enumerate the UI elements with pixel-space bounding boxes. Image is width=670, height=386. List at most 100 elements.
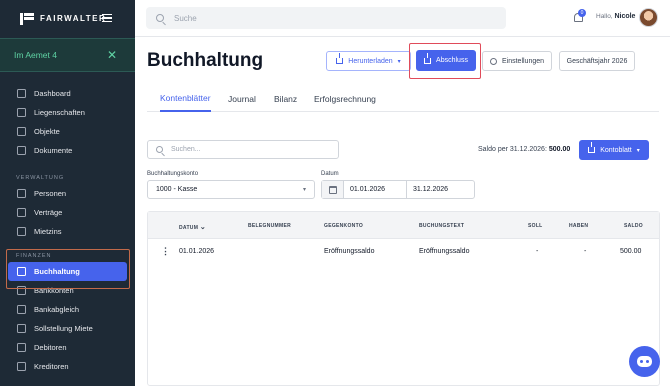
sidebar-section-verwaltung: VERWALTUNG Personen Verträge Mietzins [0, 172, 135, 241]
sidebar-item-label: Dashboard [34, 89, 71, 98]
search-input[interactable]: Suche [146, 7, 506, 29]
sidebar-item-vertraege[interactable]: Verträge [0, 203, 135, 222]
fiscal-year-label: Geschäftsjahr 2026 [566, 57, 628, 65]
sidebar-item-label: Verträge [34, 208, 63, 217]
cell-gegenkonto: Eröffnungssaldo [324, 248, 375, 255]
page-title: Buchhaltung [147, 50, 264, 71]
reconcile-icon [17, 305, 26, 314]
fiscal-year-select[interactable]: Geschäftsjahr 2026 [559, 51, 635, 71]
document-icon [17, 146, 26, 155]
column-header-haben: HABEN [569, 223, 589, 229]
table-search-input[interactable]: Suchen... [147, 140, 339, 159]
sidebar-item-mietzins[interactable]: Mietzins [0, 222, 135, 241]
saldo-value: 500.00 [548, 146, 571, 153]
dashboard-icon [17, 89, 26, 98]
column-header-saldo: SALDO [624, 223, 643, 229]
calendar-button[interactable] [322, 181, 344, 198]
chatbot-icon [637, 356, 652, 367]
sidebar-item-bankabgleich[interactable]: Bankabgleich [0, 300, 135, 319]
calendar-icon [328, 185, 337, 194]
sidebar-item-objekte[interactable]: Objekte [0, 122, 135, 141]
ledger-table: DATUM ⌄ BELEGNUMMER GEGENKONTO BUCHUNGST… [147, 211, 660, 386]
tab-kontenblaetter[interactable]: Kontenblätter [160, 86, 211, 112]
more-options-icon[interactable]: ⋮ [161, 247, 170, 256]
column-header-buchungstext: BUCHUNGSTEXT [419, 223, 465, 229]
cell-haben: - [584, 248, 587, 255]
close-icon[interactable]: ✕ [107, 49, 117, 61]
sidebar-item-label: Objekte [34, 127, 60, 136]
settings-button[interactable]: Einstellungen [482, 51, 552, 71]
download-button[interactable]: Herunterladen ▾ [326, 51, 411, 71]
cell-saldo: 500.00 [620, 248, 642, 255]
sidebar: FAIRWALTER Im Aemet 4 ✕ Dashboard Liegen… [0, 0, 135, 386]
column-header-soll: SOLL [528, 223, 543, 229]
building-icon [17, 108, 26, 117]
notification-badge: 0 [578, 9, 586, 17]
saldo-label: Saldo per 31.12.2026: [478, 146, 547, 153]
topbar: Suche 0 Hallo, Nicole [135, 0, 670, 37]
sidebar-item-bankkonten[interactable]: Bankkonten [0, 281, 135, 300]
property-selector[interactable]: Im Aemet 4 ✕ [0, 38, 135, 72]
sidebar-item-personen[interactable]: Personen [0, 184, 135, 203]
abschluss-label: Abschluss [436, 57, 468, 64]
saldo-summary: Saldo per 31.12.2026: 500.00 [478, 146, 570, 153]
tab-bilanz[interactable]: Bilanz [274, 86, 297, 112]
sidebar-item-debitoren[interactable]: Debitoren [0, 338, 135, 357]
date-from-input[interactable]: 01.01.2026 [344, 181, 407, 198]
contract-icon [17, 208, 26, 217]
column-header-gegenkonto: GEGENKONTO [324, 223, 364, 229]
date-to-input[interactable]: 31.12.2026 [407, 181, 474, 198]
search-placeholder: Suchen... [171, 146, 201, 153]
download-icon [336, 53, 344, 64]
ledger-icon [17, 267, 26, 276]
search-placeholder: Suche [174, 13, 197, 23]
tab-bar: Kontenblätter Journal Bilanz Erfolgsrech… [147, 86, 659, 112]
greeting-text: Hallo, [596, 13, 613, 20]
sidebar-item-label: Mietzins [34, 227, 62, 236]
brand-name: FAIRWALTER [40, 14, 107, 23]
hamburger-menu-icon[interactable] [102, 14, 112, 22]
property-name: Im Aemet 4 [14, 50, 57, 60]
account-select[interactable]: 1000 - Kasse ▾ [147, 180, 315, 199]
cell-buchungstext: Eröffnungssaldo [419, 248, 470, 255]
date-label: Datum [321, 171, 339, 177]
download-icon [588, 142, 596, 153]
sidebar-item-label: Buchhaltung [34, 267, 80, 276]
table-header: DATUM ⌄ BELEGNUMMER GEGENKONTO BUCHUNGST… [148, 212, 659, 239]
sidebar-item-buchhaltung[interactable]: Buchhaltung [8, 262, 127, 281]
sidebar-nav-main: Dashboard Liegenschaften Objekte Dokumen… [0, 84, 135, 160]
sidebar-item-dashboard[interactable]: Dashboard [0, 84, 135, 103]
abschluss-button[interactable]: Abschluss [416, 50, 476, 71]
bank-icon [17, 286, 26, 295]
user-name: Nicole [614, 13, 636, 20]
avatar[interactable] [639, 8, 658, 27]
date-range-picker: 01.01.2026 31.12.2026 [321, 180, 475, 199]
brand[interactable]: FAIRWALTER [0, 0, 135, 37]
main-content: Buchhaltung Herunterladen ▾ Abschluss Ei… [135, 37, 670, 386]
sidebar-item-label: Bankkonten [34, 286, 74, 295]
user-greeting[interactable]: Hallo, Nicole [596, 13, 635, 20]
sidebar-item-sollstellung-miete[interactable]: Sollstellung Miete [0, 319, 135, 338]
search-icon [156, 146, 163, 153]
sidebar-section-finanzen: FINANZEN Buchhaltung Bankkonten Bankabgl… [0, 250, 135, 376]
section-label: VERWALTUNG [16, 175, 65, 181]
person-icon [17, 189, 26, 198]
sidebar-item-liegenschaften[interactable]: Liegenschaften [0, 103, 135, 122]
sidebar-item-dokumente[interactable]: Dokumente [0, 141, 135, 160]
account-label: Buchhaltungskonto [147, 171, 199, 177]
search-icon [156, 14, 164, 22]
sidebar-item-label: Sollstellung Miete [34, 324, 93, 333]
chat-assistant-button[interactable] [629, 346, 660, 377]
tab-journal[interactable]: Journal [228, 86, 256, 112]
column-header-datum[interactable]: DATUM ⌄ [179, 223, 206, 231]
debtor-icon [17, 343, 26, 352]
kontoblatt-label: Kontoblatt [600, 146, 632, 154]
kontoblatt-button[interactable]: Kontoblatt ▾ [579, 140, 649, 160]
account-value: 1000 - Kasse [156, 186, 198, 193]
home-icon [17, 127, 26, 136]
fairwalter-logo-icon [20, 12, 34, 25]
sidebar-item-kreditoren[interactable]: Kreditoren [0, 357, 135, 376]
tab-erfolgsrechnung[interactable]: Erfolgsrechnung [314, 86, 376, 112]
section-label: FINANZEN [16, 253, 52, 259]
cell-datum: 01.01.2026 [179, 248, 215, 255]
